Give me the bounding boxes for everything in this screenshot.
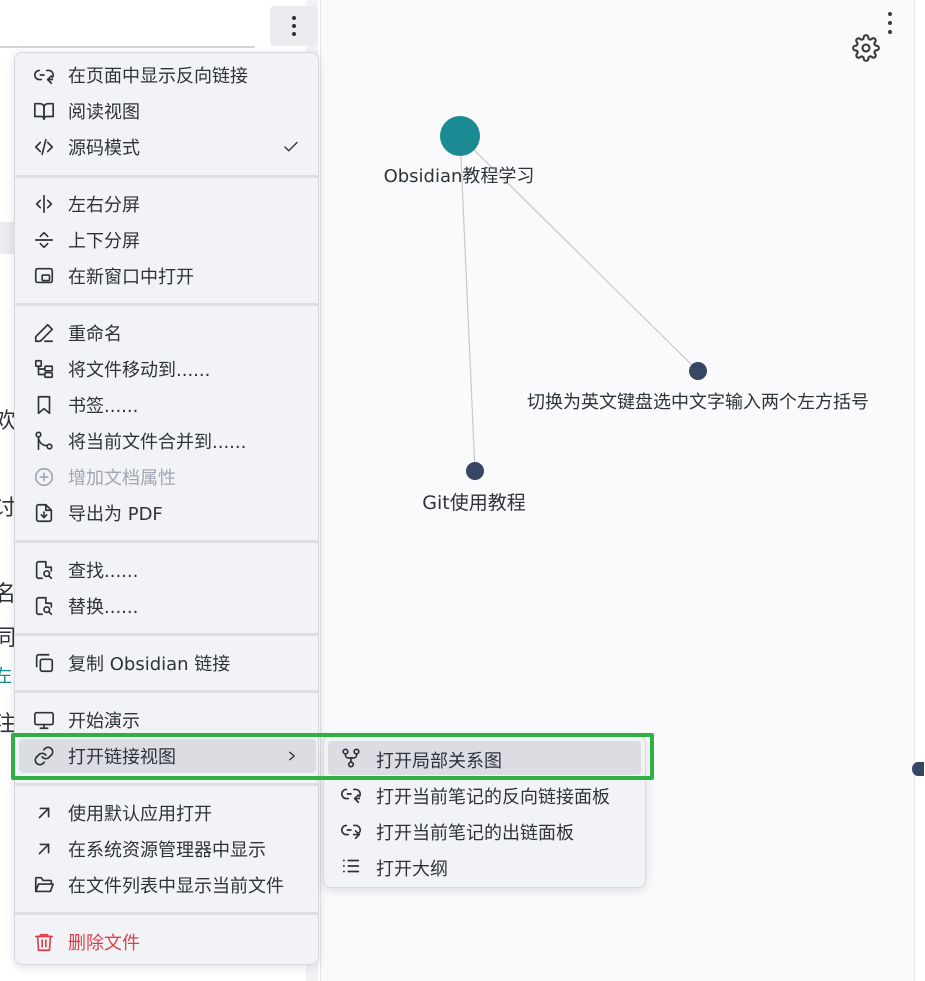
list-icon bbox=[342, 859, 360, 873]
menu-item-replace[interactable]: 替换...... bbox=[19, 589, 316, 623]
menu-item-label: 上下分屏 bbox=[68, 231, 140, 252]
chevron-right-icon bbox=[289, 751, 295, 761]
split-horizontal-icon bbox=[34, 231, 54, 249]
graph-node-english-kb bbox=[689, 362, 707, 380]
menu-item-label: 将当前文件合并到...... bbox=[68, 432, 247, 453]
plus-circle-icon bbox=[34, 467, 54, 487]
menu-divider bbox=[15, 540, 318, 543]
gear-icon[interactable] bbox=[852, 34, 880, 62]
menu-item-start-presentation[interactable]: 开始演示 bbox=[19, 703, 316, 737]
submenu-item-label: 打开大纲 bbox=[376, 859, 448, 880]
pencil-icon bbox=[34, 323, 54, 343]
split-vertical-icon bbox=[35, 194, 53, 214]
menu-item-show-in-explorer[interactable]: 在系统资源管理器中显示 bbox=[19, 832, 316, 866]
file-search-icon bbox=[35, 596, 53, 616]
graph-node-git bbox=[466, 462, 484, 480]
linked-view-submenu: 打开局部关系图 打开当前笔记的反向链接面板 打开当前笔记的出链面板 打开大纲 bbox=[323, 735, 646, 888]
menu-item-label: 在系统资源管理器中显示 bbox=[68, 840, 266, 861]
menu-item-label: 替换...... bbox=[68, 597, 139, 618]
graph-node-label[interactable]: Obsidian教程学习 bbox=[384, 162, 535, 188]
folder-tree-icon bbox=[34, 359, 54, 379]
menu-divider bbox=[15, 783, 318, 786]
menu-item-label: 在页面中显示反向链接 bbox=[68, 66, 248, 87]
menu-item-label: 在文件列表中显示当前文件 bbox=[68, 876, 284, 897]
menu-divider bbox=[15, 912, 318, 915]
menu-item-reveal-in-file-list[interactable]: 在文件列表中显示当前文件 bbox=[19, 868, 316, 902]
outgoing-link-icon bbox=[341, 824, 361, 840]
menu-item-label: 导出为 PDF bbox=[68, 504, 163, 525]
submenu-item-label: 打开当前笔记的反向链接面板 bbox=[376, 787, 610, 808]
menu-item-copy-link[interactable]: 复制 Obsidian 链接 bbox=[19, 646, 316, 680]
submenu-item-open-outline[interactable]: 打开大纲 bbox=[328, 849, 641, 883]
menu-item-label: 使用默认应用打开 bbox=[68, 804, 212, 825]
backlink-icon bbox=[341, 788, 361, 804]
arrow-up-right-icon bbox=[38, 807, 50, 819]
check-icon bbox=[284, 141, 298, 152]
git-fork-icon bbox=[342, 748, 360, 768]
graph-node-label[interactable]: 切换为英文键盘选中文字输入两个左方括号 bbox=[527, 388, 869, 414]
menu-item-label: 书签...... bbox=[68, 396, 139, 417]
menu-item-show-backlinks[interactable]: 在页面中显示反向链接 bbox=[19, 58, 316, 92]
menu-item-label: 查找...... bbox=[68, 561, 139, 582]
menu-item-label: 阅读视图 bbox=[68, 102, 140, 123]
menu-item-rename[interactable]: 重命名 bbox=[19, 316, 316, 350]
menu-item-open-new-window[interactable]: 在新窗口中打开 bbox=[19, 259, 316, 293]
submenu-item-open-local-graph[interactable]: 打开局部关系图 bbox=[328, 741, 641, 775]
book-open-icon bbox=[34, 102, 54, 121]
link-icon bbox=[34, 746, 54, 766]
backlink-icon bbox=[34, 69, 54, 85]
graph-node-obsidian bbox=[440, 116, 480, 156]
submenu-item-label: 打开当前笔记的出链面板 bbox=[376, 823, 574, 844]
menu-item-label: 开始演示 bbox=[68, 711, 140, 732]
menu-item-open-linked-view[interactable]: 打开链接视图 bbox=[19, 739, 316, 773]
new-window-icon bbox=[34, 267, 54, 284]
menu-item-split-down[interactable]: 上下分屏 bbox=[19, 223, 316, 257]
menu-item-bookmark[interactable]: 书签...... bbox=[19, 388, 316, 422]
menu-item-split-right[interactable]: 左右分屏 bbox=[19, 187, 316, 221]
menu-item-export-pdf[interactable]: 导出为 PDF bbox=[19, 496, 316, 530]
menu-item-label: 打开链接视图 bbox=[68, 747, 176, 768]
menu-item-move-file[interactable]: 将文件移动到...... bbox=[19, 352, 316, 386]
menu-divider bbox=[15, 175, 318, 178]
folder-open-icon bbox=[34, 876, 54, 893]
bookmark-icon bbox=[37, 395, 51, 415]
menu-item-label: 左右分屏 bbox=[68, 195, 140, 216]
menu-item-source-mode[interactable]: 源码模式 bbox=[19, 130, 316, 164]
menu-item-open-default-app[interactable]: 使用默认应用打开 bbox=[19, 796, 316, 830]
menu-divider bbox=[15, 303, 318, 306]
submenu-item-label: 打开局部关系图 bbox=[376, 751, 502, 772]
submenu-item-open-backlinks-pane[interactable]: 打开当前笔记的反向链接面板 bbox=[328, 777, 641, 811]
file-download-icon bbox=[35, 503, 53, 523]
monitor-icon bbox=[34, 711, 54, 730]
menu-divider bbox=[15, 690, 318, 693]
menu-divider bbox=[15, 633, 318, 636]
graph-node-label[interactable]: Git使用教程 bbox=[422, 488, 525, 515]
graph-more-options-icon[interactable] bbox=[884, 12, 896, 42]
menu-item-label: 增加文档属性 bbox=[68, 468, 176, 489]
code-icon bbox=[34, 138, 54, 156]
menu-item-reading-view[interactable]: 阅读视图 bbox=[19, 94, 316, 128]
menu-item-label: 删除文件 bbox=[68, 933, 140, 954]
file-context-menu: 在页面中显示反向链接 阅读视图 源码模式 左右分屏 上下分屏 在新窗口中打开 重… bbox=[14, 52, 319, 965]
menu-item-label: 复制 Obsidian 链接 bbox=[68, 654, 231, 675]
menu-item-find[interactable]: 查找...... bbox=[19, 553, 316, 587]
arrow-up-right-icon bbox=[38, 843, 50, 855]
menu-item-label: 源码模式 bbox=[68, 138, 140, 159]
submenu-item-open-outgoing-pane[interactable]: 打开当前笔记的出链面板 bbox=[328, 813, 641, 847]
menu-item-label: 在新窗口中打开 bbox=[68, 267, 194, 288]
menu-item-label: 重命名 bbox=[68, 324, 122, 345]
menu-item-add-property[interactable]: 增加文档属性 bbox=[19, 460, 316, 494]
menu-item-delete-file[interactable]: 删除文件 bbox=[19, 925, 316, 959]
menu-item-label: 将文件移动到...... bbox=[68, 360, 211, 381]
copy-icon bbox=[35, 653, 54, 673]
file-search-icon bbox=[35, 560, 53, 580]
git-merge-icon bbox=[35, 431, 53, 451]
menu-item-merge-file[interactable]: 将当前文件合并到...... bbox=[19, 424, 316, 458]
trash-icon bbox=[34, 933, 54, 952]
